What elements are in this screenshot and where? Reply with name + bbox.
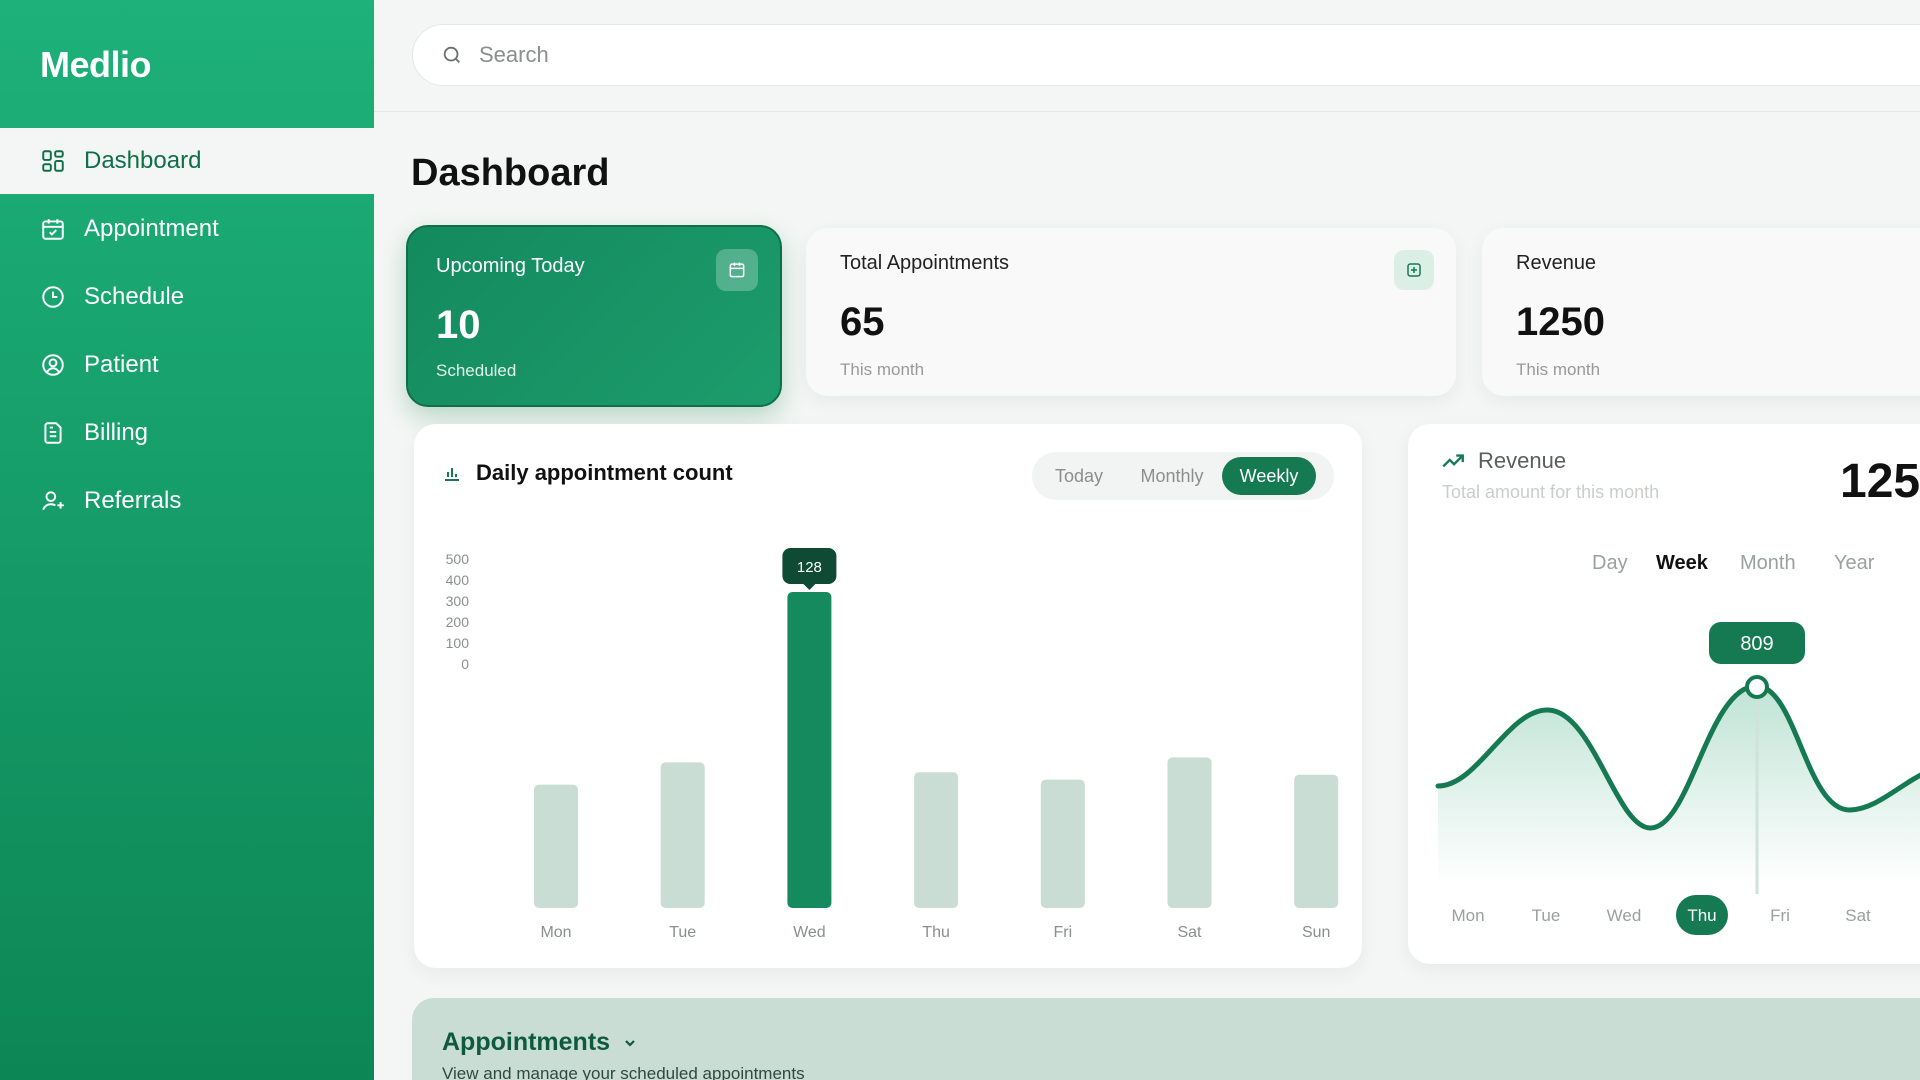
x-tick-label: Wed [793, 924, 826, 941]
stat-label: Total Appointments [840, 252, 1009, 274]
chevron-down-icon [625, 1039, 635, 1047]
sidebar-item-label: Dashboard [84, 147, 202, 174]
stat-label: Revenue [1516, 252, 1597, 274]
grid-icon [40, 148, 66, 174]
chart-header: Daily appointment count [442, 460, 733, 486]
stat-label: Upcoming Today [436, 255, 585, 277]
sidebar-item-schedule[interactable]: Schedule [0, 264, 374, 330]
revenue-tooltip-label: 809 [1740, 633, 1773, 655]
app-logo: Medlio [40, 44, 152, 85]
bar-chart-icon [445, 468, 459, 481]
y-tick-label: 300 [446, 593, 470, 609]
x-tick-label: Mon [540, 924, 571, 941]
stat-value: 65 [840, 300, 885, 344]
bar-mon[interactable] [534, 784, 578, 908]
sidebar-item-appointment[interactable]: Appointment [0, 196, 374, 262]
chart-title: Daily appointment count [476, 460, 733, 485]
search-bar[interactable] [412, 24, 1920, 86]
y-tick-label: 100 [446, 635, 470, 651]
sidebar-item-dashboard[interactable]: Dashboard [0, 128, 374, 194]
period-year[interactable]: Year [1834, 552, 1874, 575]
y-tick-label: 0 [461, 656, 469, 672]
day-label-wed[interactable]: Wed [1607, 906, 1642, 925]
clock-icon [40, 284, 66, 310]
appointments-section: Appointments View and manage your schedu… [412, 998, 1920, 1080]
sidebar-item-patient[interactable]: Patient [0, 332, 374, 398]
page-title: Dashboard [411, 152, 610, 194]
x-tick-label: Sun [1302, 924, 1330, 941]
daily-appointment-chart: 500 400 300 200 100 0 Mon Tue Wed 128 Thu Fri Sat Sun [446, 548, 1339, 941]
bar-sat[interactable] [1167, 757, 1212, 908]
user-plus-icon [40, 488, 66, 514]
y-tick-label: 400 [446, 572, 470, 588]
x-tick-label: Sat [1177, 924, 1202, 941]
revenue-marker[interactable] [1745, 675, 1769, 699]
y-tick-label: 200 [446, 614, 470, 630]
sidebar-item-referrals[interactable]: Referrals [0, 468, 374, 534]
stat-card-upcoming[interactable]: Upcoming Today 10 Scheduled [406, 225, 782, 407]
period-week[interactable]: Week [1656, 552, 1708, 575]
sidebar-item-label: Patient [84, 351, 159, 378]
revenue-area [1438, 685, 1920, 884]
sidebar-item-label: Appointment [84, 215, 219, 242]
stat-sub: This month [840, 360, 925, 379]
bar-fri[interactable] [1040, 779, 1085, 908]
appointments-dropdown[interactable]: Appointments [442, 1028, 638, 1057]
sidebar: Medlio Dashboard Appointment Schedule Pa… [0, 0, 374, 1080]
revenue-subtitle: Total amount for this month [1442, 482, 1660, 502]
x-tick-label: Fri [1053, 924, 1072, 941]
period-month[interactable]: Month [1740, 552, 1796, 575]
revenue-chart-card: 809 Mon Tue Wed Thu Fri Sat Revenue Total amou… [1408, 424, 1920, 964]
main-content: Dashboard Upcoming Today 10 Scheduled To… [374, 0, 1920, 1080]
day-label-mon[interactable]: Mon [1451, 906, 1484, 925]
sidebar-item-label: Referrals [84, 487, 182, 514]
tab-monthly[interactable]: Monthly [1122, 457, 1222, 495]
range-toggle: Today Monthly Weekly [1032, 452, 1334, 500]
stat-value: 1250 [1516, 300, 1605, 344]
revenue-header: Revenue [1440, 448, 1566, 474]
user-circle-icon [40, 352, 66, 378]
stat-card-total-appointments[interactable]: Total Appointments 65 This month [806, 228, 1456, 396]
revenue-total: 1250 [1840, 455, 1920, 508]
revenue-title: Revenue [1478, 448, 1567, 473]
stat-value: 10 [436, 303, 481, 347]
bar-thu[interactable] [914, 772, 959, 908]
bar-tooltip-label: 128 [797, 559, 822, 576]
trending-up-icon [1442, 454, 1464, 468]
x-tick-label: Tue [669, 924, 696, 941]
topbar [374, 0, 1920, 112]
document-icon [40, 420, 66, 446]
bar-tue[interactable] [660, 762, 705, 908]
day-label-tue[interactable]: Tue [1532, 906, 1561, 925]
search-icon [443, 46, 460, 63]
x-tick-label: Thu [922, 924, 950, 941]
day-label-fri[interactable]: Fri [1770, 906, 1790, 925]
plus-square-icon[interactable] [1394, 250, 1434, 290]
day-label-thu[interactable]: Thu [1687, 906, 1716, 925]
stat-sub: Scheduled [436, 361, 517, 380]
bar-wed[interactable] [787, 592, 832, 908]
tooltip-pointer [803, 584, 816, 590]
sidebar-nav: Dashboard Appointment Schedule Patient B… [0, 128, 374, 536]
sidebar-item-label: Schedule [84, 283, 185, 310]
day-label-sat[interactable]: Sat [1845, 906, 1871, 925]
sidebar-item-billing[interactable]: Billing [0, 400, 374, 466]
search-input[interactable] [479, 42, 1379, 68]
stat-card-revenue[interactable]: Revenue 1250 This month [1482, 228, 1920, 396]
calendar-icon [40, 216, 66, 242]
calendar-icon [716, 249, 758, 291]
period-day[interactable]: Day [1592, 552, 1628, 575]
bar-sun[interactable] [1294, 774, 1339, 908]
y-tick-label: 500 [446, 551, 470, 567]
appointments-title: Appointments [442, 1028, 611, 1056]
daily-appointment-chart-card: 500 400 300 200 100 0 Mon Tue Wed 128 Thu Fri Sat Sun… [414, 424, 1362, 968]
stat-sub: This month [1516, 360, 1601, 379]
tab-today[interactable]: Today [1036, 457, 1122, 495]
tab-weekly[interactable]: Weekly [1222, 457, 1316, 495]
appointments-subtitle: View and manage your scheduled appointme… [442, 1064, 805, 1080]
sidebar-item-label: Billing [84, 419, 149, 446]
